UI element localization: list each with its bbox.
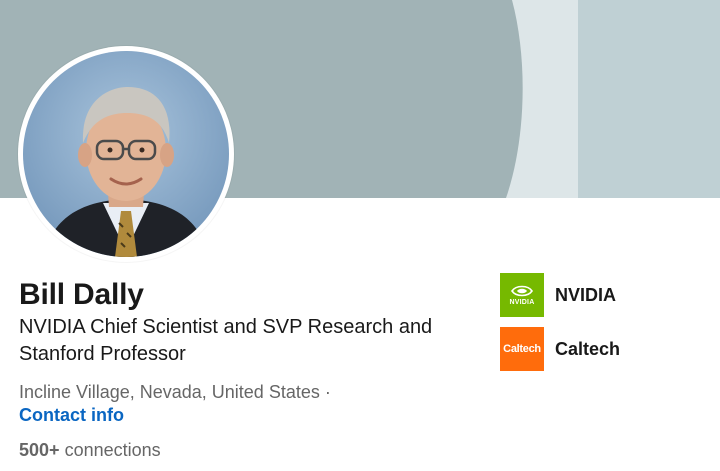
profile-avatar[interactable] [18,46,234,262]
caltech-logo-icon: Caltech [500,327,544,371]
caltech-logo-text: Caltech [503,343,541,355]
profile-headline: NVIDIA Chief Scientist and SVP Research … [19,316,433,365]
location-row: Incline Village, Nevada, United States · [19,380,331,404]
org-caltech[interactable]: Caltech Caltech [500,327,620,371]
profile-name: Bill Dally [19,278,144,311]
nvidia-logo-icon: NVIDIA [500,273,544,317]
nvidia-eye-icon [511,285,533,297]
org-nvidia[interactable]: NVIDIA NVIDIA [500,273,616,317]
org-name-nvidia: NVIDIA [555,284,617,305]
nvidia-logo-text: NVIDIA [509,299,535,306]
org-name-caltech: Caltech [555,338,621,359]
contact-info-link[interactable]: Contact info [19,403,124,427]
connections-number: 500+ [19,440,60,460]
connections-label: connections [64,440,161,460]
profile-location: Incline Village, Nevada, United States [19,382,320,402]
connections-count[interactable]: 500+ connections [19,438,161,462]
profile-photo-icon [23,51,229,257]
location-separator: · [324,382,331,402]
